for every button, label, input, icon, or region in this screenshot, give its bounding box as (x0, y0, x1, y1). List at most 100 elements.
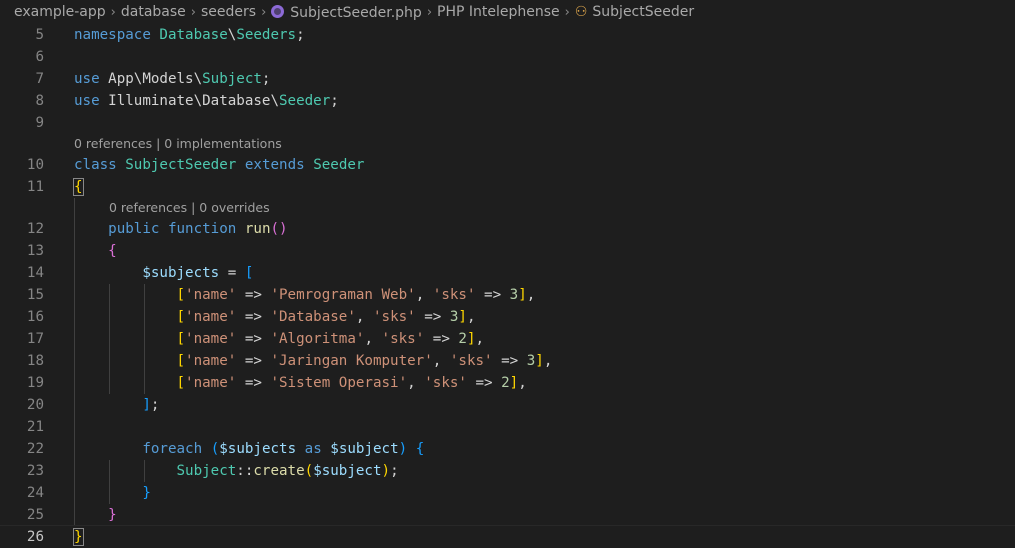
indent-guide (74, 262, 75, 284)
indent-guide (144, 306, 145, 328)
indent-guide (144, 350, 145, 372)
line-number: 16 (26, 309, 44, 325)
code-text: } (142, 485, 151, 501)
indent-guide (109, 350, 110, 372)
code-text: ['name' => 'Sistem Operasi', 'sks' => 2]… (176, 375, 527, 391)
line-number: 7 (35, 71, 44, 87)
breadcrumb-item-language-server[interactable]: PHP Intelephense (437, 4, 560, 20)
code-line[interactable]: 26} (0, 525, 1015, 548)
code-line[interactable]: 11 { (0, 176, 1015, 198)
line-number: 25 (26, 507, 44, 523)
indent-guide (109, 372, 110, 394)
code-text: ['name' => 'Database', 'sks' => 3], (176, 309, 476, 325)
indent-guide (74, 218, 75, 240)
code-line[interactable]: 19 ['name' => 'Sistem Operasi', 'sks' =>… (0, 372, 1015, 394)
indent-guide (144, 328, 145, 350)
chevron-right-icon: › (110, 4, 116, 20)
code-line[interactable]: 9 (0, 112, 1015, 134)
class-symbol-icon: ⚇ (574, 4, 588, 20)
indent-guide (74, 504, 75, 526)
line-number: 17 (26, 331, 44, 347)
indent-guide (144, 460, 145, 482)
line-number: 19 (26, 375, 44, 391)
code-text: ]; (142, 397, 160, 413)
code-text: } (108, 507, 117, 523)
code-text: ['name' => 'Algoritma', 'sks' => 2], (176, 331, 485, 347)
line-number: 18 (26, 353, 44, 369)
code-line[interactable]: 15 ['name' => 'Pemrograman Web', 'sks' =… (0, 284, 1015, 306)
code-text: { (108, 243, 117, 259)
code-line[interactable]: 23 Subject::create($subject); (0, 460, 1015, 482)
code-text: $subjects = [ (142, 265, 254, 281)
code-line[interactable]: 17 ['name' => 'Algoritma', 'sks' => 2], (0, 328, 1015, 350)
indent-guide (74, 284, 75, 306)
indent-guide (74, 372, 75, 394)
code-text: foreach ($subjects as $subject) { (142, 441, 425, 457)
code-editor[interactable]: 5 namespace Database\Seeders; 6 7 use App\Mo… (0, 24, 1015, 548)
code-line[interactable]: 6 (0, 46, 1015, 68)
line-number: 22 (26, 441, 44, 457)
breadcrumb-item-example-app[interactable]: example-app (14, 4, 106, 20)
code-text: Subject::create($subject); (176, 463, 399, 479)
chevron-right-icon: › (190, 4, 196, 20)
code-text: ['name' => 'Jaringan Komputer', 'sks' =>… (176, 353, 553, 369)
line-number: 15 (26, 287, 44, 303)
line-number: 11 (26, 179, 44, 195)
line-number: 13 (26, 243, 44, 259)
breadcrumb-item-file[interactable]: SubjectSeeder.php (271, 4, 422, 21)
codelens[interactable]: 0 references | 0 overrides (0, 198, 1015, 218)
line-number: 10 (26, 157, 44, 173)
indent-guide (144, 284, 145, 306)
indent-guide (109, 482, 110, 504)
chevron-right-icon: › (261, 4, 267, 20)
code-line[interactable]: 16 ['name' => 'Database', 'sks' => 3], (0, 306, 1015, 328)
line-number: 21 (26, 419, 44, 435)
breadcrumb-item-seeders[interactable]: seeders (201, 4, 256, 20)
breadcrumb-item-class[interactable]: ⚇ SubjectSeeder (575, 4, 694, 20)
code-line[interactable]: 10 class SubjectSeeder extends Seeder (0, 154, 1015, 176)
php-file-icon (271, 4, 285, 18)
line-number: 23 (26, 463, 44, 479)
code-line[interactable]: 5 namespace Database\Seeders; (0, 24, 1015, 46)
code-text: namespace Database\Seeders; (74, 27, 305, 43)
indent-guide (109, 306, 110, 328)
indent-guide (109, 460, 110, 482)
indent-guide (144, 372, 145, 394)
line-number: 9 (35, 115, 44, 131)
breadcrumb-item-database[interactable]: database (121, 4, 186, 20)
code-line[interactable]: 12 public function run() (0, 218, 1015, 240)
code-line[interactable]: 8 use Illuminate\Database\Seeder; (0, 90, 1015, 112)
code-text: use App\Models\Subject; (74, 71, 271, 87)
line-number: 26 (26, 529, 44, 545)
codelens[interactable]: 0 references | 0 implementations (0, 134, 1015, 154)
line-number: 24 (26, 485, 44, 501)
indent-guide (74, 328, 75, 350)
indent-guide (74, 394, 75, 416)
code-line[interactable]: 20 ]; (0, 394, 1015, 416)
indent-guide (74, 240, 75, 262)
line-number: 14 (26, 265, 44, 281)
indent-guide (74, 438, 75, 460)
breadcrumb: example-app › database › seeders › SubjectSeed… (0, 0, 1015, 24)
line-number: 5 (35, 27, 44, 43)
indent-guide (74, 460, 75, 482)
indent-guide (74, 198, 75, 218)
code-text: } (73, 528, 84, 546)
code-line[interactable]: 24 } (0, 482, 1015, 504)
line-number: 12 (26, 221, 44, 237)
indent-guide (109, 284, 110, 306)
chevron-right-icon: › (564, 4, 570, 20)
code-line[interactable]: 21 (0, 416, 1015, 438)
code-line[interactable]: 14 $subjects = [ (0, 262, 1015, 284)
code-line[interactable]: 13 { (0, 240, 1015, 262)
indent-guide (74, 416, 75, 438)
code-text: public function run() (108, 221, 288, 237)
code-line[interactable]: 7 use App\Models\Subject; (0, 68, 1015, 90)
code-line[interactable]: 18 ['name' => 'Jaringan Komputer', 'sks'… (0, 350, 1015, 372)
code-line[interactable]: 22 foreach ($subjects as $subject) { (0, 438, 1015, 460)
line-number: 8 (35, 93, 44, 109)
line-number: 6 (35, 49, 44, 65)
code-line[interactable]: 25 } (0, 504, 1015, 526)
indent-guide (74, 306, 75, 328)
chevron-right-icon: › (426, 4, 433, 20)
